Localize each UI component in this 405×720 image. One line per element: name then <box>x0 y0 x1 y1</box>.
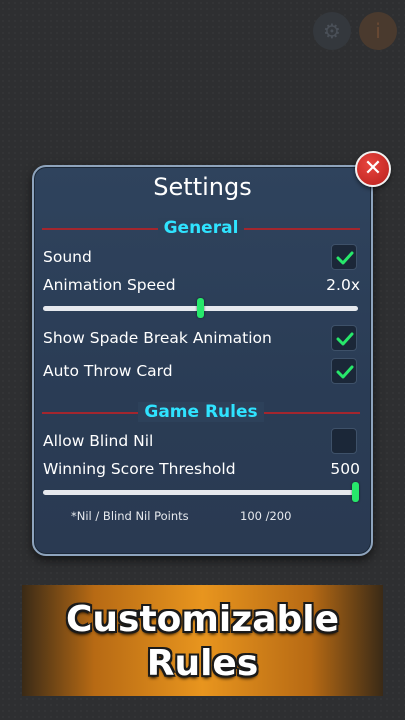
animation-speed-value: 2.0x <box>326 276 360 294</box>
info-button[interactable]: i <box>359 12 397 50</box>
winning-score-value: 500 <box>330 460 360 478</box>
game-rules-header-label: Game Rules <box>138 402 264 422</box>
auto-throw-checkbox[interactable] <box>331 358 357 384</box>
winning-score-slider[interactable] <box>43 490 358 495</box>
winning-score-label: Winning Score Threshold <box>43 460 236 478</box>
animation-speed-slider-thumb[interactable] <box>197 298 204 318</box>
settings-title: Settings <box>153 173 252 201</box>
blind-nil-checkbox[interactable] <box>331 428 357 454</box>
blind-nil-label: Allow Blind Nil <box>43 432 154 450</box>
nil-points-value: 100 /200 <box>240 509 292 523</box>
info-icon: i <box>375 19 381 43</box>
promo-banner-line1: Customizable <box>65 599 340 640</box>
animation-speed-label: Animation Speed <box>43 276 176 294</box>
winning-score-slider-thumb[interactable] <box>352 482 359 502</box>
general-header-label: General <box>157 218 245 238</box>
sound-label: Sound <box>43 248 92 266</box>
check-icon <box>336 332 354 346</box>
general-section-header: General <box>42 218 360 240</box>
game-rules-section-header: Game Rules <box>42 402 360 424</box>
settings-gear-button[interactable]: ⚙ <box>313 12 351 50</box>
promo-banner-text: Customizable Rules <box>0 598 405 686</box>
sound-checkbox[interactable] <box>331 244 357 270</box>
gear-icon: ⚙ <box>323 19 341 43</box>
check-icon <box>336 365 354 379</box>
nil-points-label: *Nil / Blind Nil Points <box>71 509 189 523</box>
check-icon <box>336 251 354 265</box>
spade-break-checkbox[interactable] <box>331 325 357 351</box>
promo-banner-line2: Rules <box>146 643 259 684</box>
spade-break-label: Show Spade Break Animation <box>43 329 272 347</box>
auto-throw-label: Auto Throw Card <box>43 362 173 380</box>
